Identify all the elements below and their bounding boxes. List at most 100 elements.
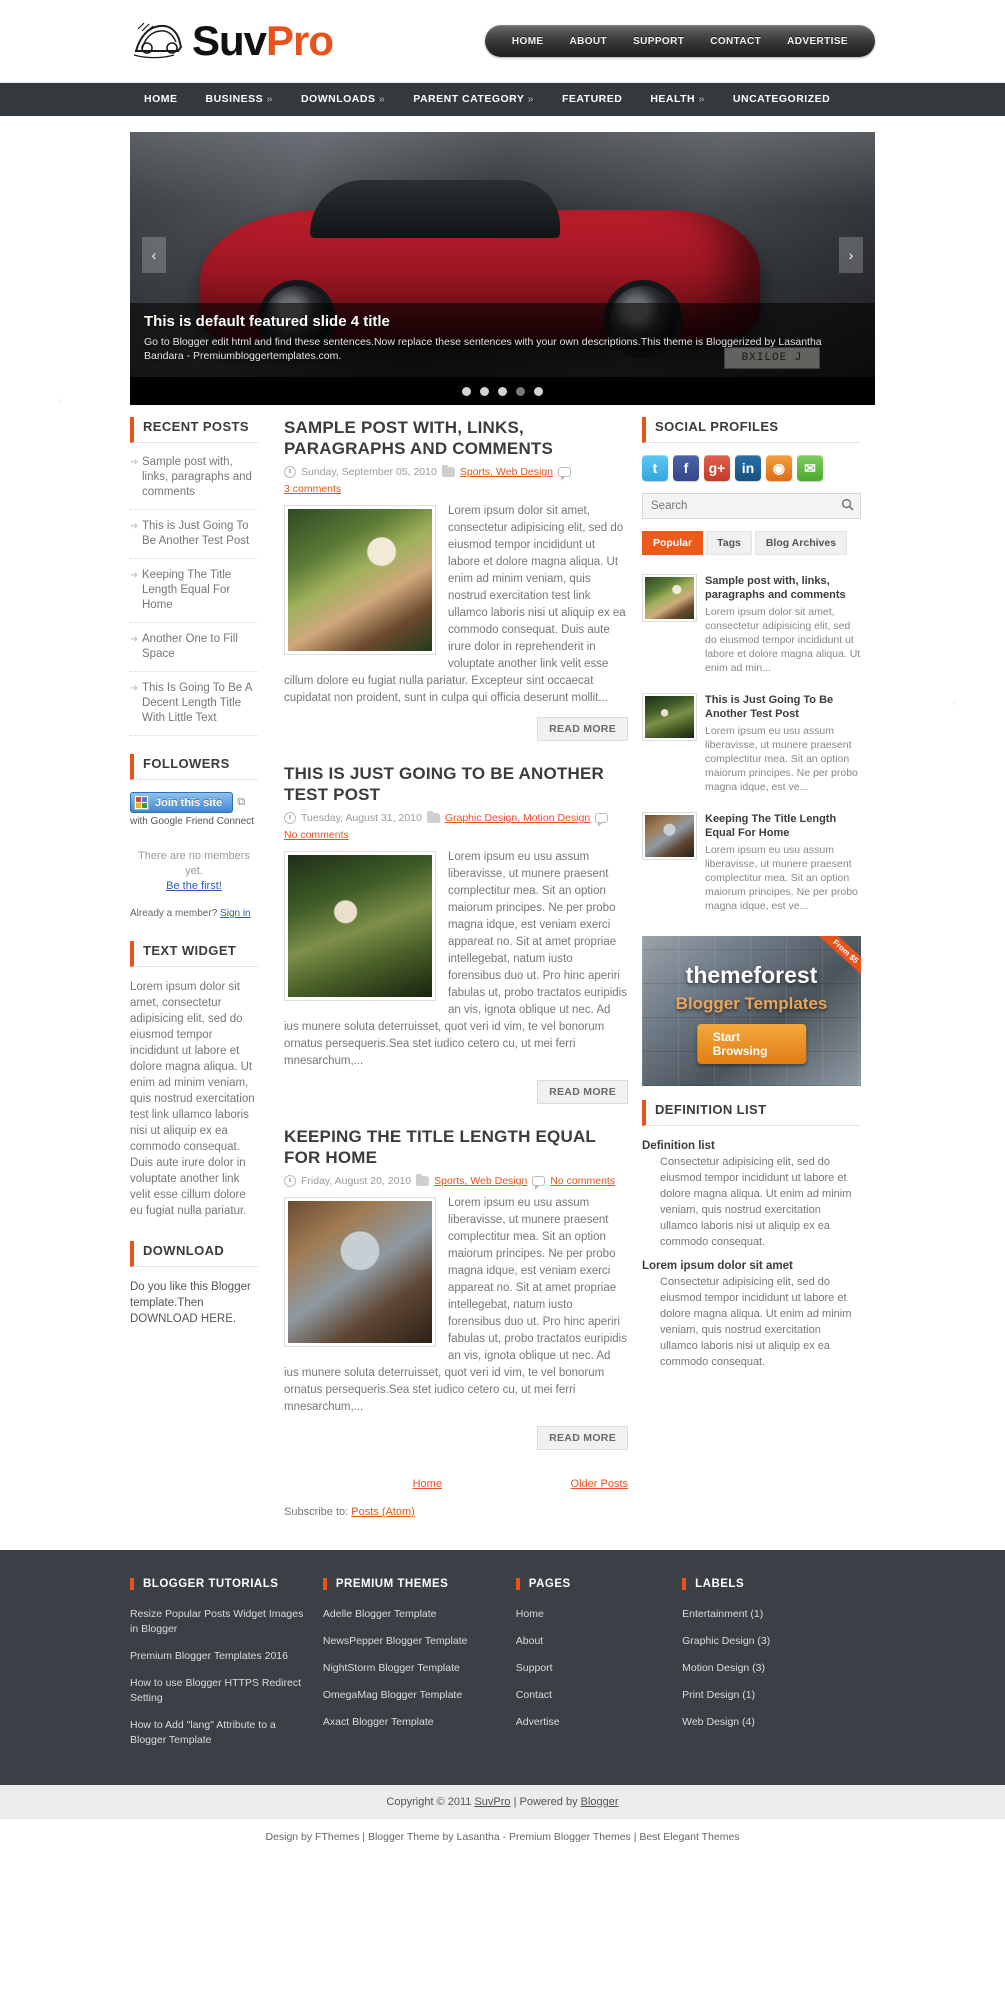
search-icon[interactable] — [834, 498, 860, 514]
topnav-item-contact[interactable]: CONTACT — [697, 36, 774, 47]
slider-dot-3[interactable] — [498, 386, 507, 396]
post-comments-link[interactable]: 3 comments — [284, 483, 341, 495]
tab-popular[interactable]: Popular — [642, 531, 704, 555]
post-comments-link[interactable]: No comments — [550, 1175, 615, 1187]
recent-post-link[interactable]: This Is Going To Be A Decent Length Titl… — [130, 681, 258, 726]
linkedin-icon[interactable]: in — [735, 455, 761, 481]
topnav-item-home[interactable]: HOME — [499, 36, 557, 47]
footer-link[interactable]: OmegaMag Blogger Template — [323, 1689, 462, 1701]
widget-title-definition-list: DEFINITION LIST — [642, 1100, 861, 1126]
footer-link[interactable]: Axact Blogger Template — [323, 1716, 434, 1728]
recent-post-link[interactable]: Keeping The Title Length Equal For Home — [130, 568, 258, 613]
be-the-first-link[interactable]: Be the first! — [166, 880, 222, 892]
post-thumbnail[interactable] — [284, 851, 436, 1001]
post-labels[interactable]: Sports, Web Design — [460, 466, 553, 478]
slider-dot-1[interactable] — [462, 386, 471, 396]
mainnav-item-business[interactable]: BUSINESS » — [192, 83, 287, 116]
read-more-button[interactable]: READ MORE — [537, 1426, 628, 1450]
post-title[interactable]: KEEPING THE TITLE LENGTH EQUAL FOR HOME — [284, 1126, 628, 1168]
footer-link[interactable]: NewsPepper Blogger Template — [323, 1635, 468, 1647]
post-date: Sunday, September 05, 2010 — [301, 466, 437, 478]
list-item: Graphic Design (3) — [682, 1633, 859, 1648]
post-comments-link[interactable]: No comments — [284, 829, 349, 841]
footer-link[interactable]: Graphic Design (3) — [682, 1635, 770, 1647]
signin-link[interactable]: Sign in — [220, 908, 251, 919]
footer-link[interactable]: Motion Design (3) — [682, 1662, 765, 1674]
read-more-button[interactable]: READ MORE — [537, 717, 628, 741]
recent-post-link[interactable]: Another One to Fill Space — [130, 632, 258, 662]
slider-dot-2[interactable] — [480, 386, 489, 396]
post-labels[interactable]: Graphic Design, Motion Design — [445, 812, 590, 824]
footer-link[interactable]: Home — [516, 1608, 544, 1620]
tab-tags[interactable]: Tags — [706, 531, 752, 555]
featured-slider: BXILOE J ‹ › This is default featured sl… — [130, 132, 875, 405]
subscribe-atom-link[interactable]: Posts (Atom) — [351, 1506, 415, 1518]
tab-blog-archives[interactable]: Blog Archives — [754, 531, 848, 555]
mainnav-item-home[interactable]: HOME — [130, 83, 192, 116]
mainnav-item-downloads[interactable]: DOWNLOADS » — [287, 83, 399, 116]
copyright-bar: Copyright © 2011 SuvPro | Powered by Blo… — [0, 1785, 1005, 1819]
slider-dot-4[interactable] — [516, 386, 525, 396]
mainnav-item-health[interactable]: HEALTH » — [636, 83, 719, 116]
search-box — [642, 493, 861, 519]
footer-link[interactable]: Adelle Blogger Template — [323, 1608, 437, 1620]
footer-link[interactable]: Entertainment (1) — [682, 1608, 763, 1620]
footer-link[interactable]: Contact — [516, 1689, 552, 1701]
copyright-site-link[interactable]: SuvPro — [474, 1796, 510, 1808]
site-logo[interactable]: SuvPro — [130, 17, 334, 65]
mainnav-item-featured[interactable]: FEATURED — [548, 83, 636, 116]
footer-link[interactable]: How to use Blogger HTTPS Redirect Settin… — [130, 1677, 301, 1704]
facebook-icon[interactable]: f — [673, 455, 699, 481]
followers-expand-icon[interactable]: ⧉ — [237, 796, 245, 809]
pager-older-posts-link[interactable]: Older Posts — [571, 1478, 628, 1490]
topnav-item-about[interactable]: ABOUT — [557, 36, 621, 47]
popular-post-item[interactable]: Keeping The Title Length Equal For Home … — [642, 803, 861, 922]
advertisement-banner[interactable]: From $5 themeforest Blogger Templates St… — [642, 936, 861, 1086]
footer-link[interactable]: How to Add "lang" Attribute to a Blogger… — [130, 1719, 276, 1746]
blogger-link[interactable]: Blogger — [581, 1796, 619, 1808]
post-thumbnail[interactable] — [284, 505, 436, 655]
text-widget-body: Lorem ipsum dolor sit amet, consectetur … — [130, 981, 255, 1217]
footer-link[interactable]: Advertise — [516, 1716, 560, 1728]
popular-post-body: Keeping The Title Length Equal For Home … — [705, 812, 861, 913]
main-content: SAMPLE POST WITH, LINKS, PARAGRAPHS AND … — [270, 417, 642, 1524]
post-thumbnail-image — [288, 509, 432, 651]
footer-link[interactable]: NightStorm Blogger Template — [323, 1662, 460, 1674]
suv-car-icon — [130, 17, 186, 65]
google-plus-icon[interactable]: g+ — [704, 455, 730, 481]
twitter-icon[interactable]: t — [642, 455, 668, 481]
post-thumbnail[interactable] — [284, 1197, 436, 1347]
recent-post-link[interactable]: This is Just Going To Be Another Test Po… — [130, 519, 258, 549]
mainnav-item-uncategorized[interactable]: UNCATEGORIZED — [719, 83, 844, 116]
footer-link[interactable]: Support — [516, 1662, 553, 1674]
recent-post-link[interactable]: Sample post with, links, paragraphs and … — [130, 455, 258, 500]
footer-link[interactable]: About — [516, 1635, 543, 1647]
rss-icon[interactable]: ◉ — [766, 455, 792, 481]
slider-next-arrow[interactable]: › — [839, 236, 863, 273]
post-title[interactable]: SAMPLE POST WITH, LINKS, PARAGRAPHS AND … — [284, 417, 628, 459]
slider-dot-5[interactable] — [534, 386, 543, 396]
start-browsing-button[interactable]: Start Browsing — [696, 1024, 807, 1064]
footer-link[interactable]: Premium Blogger Templates 2016 — [130, 1650, 288, 1662]
search-input[interactable] — [643, 500, 834, 512]
chevron-right-icon: » — [266, 93, 273, 105]
content-columns: RECENT POSTS Sample post with, links, pa… — [130, 417, 875, 1524]
slider-prev-arrow[interactable]: ‹ — [142, 236, 166, 273]
topnav-item-support[interactable]: SUPPORT — [620, 36, 697, 47]
mainnav-label: FEATURED — [561, 93, 623, 105]
list-item: Sample post with, links, paragraphs and … — [130, 455, 258, 510]
join-this-site-button[interactable]: Join this site — [130, 792, 234, 813]
topnav-item-advertise[interactable]: ADVERTISE — [774, 36, 861, 47]
post-title[interactable]: THIS IS JUST GOING TO BE ANOTHER TEST PO… — [284, 763, 628, 805]
pager-home-link[interactable]: Home — [413, 1478, 442, 1490]
footer-link[interactable]: Resize Popular Posts Widget Images in Bl… — [130, 1608, 303, 1635]
email-icon[interactable]: ✉ — [797, 455, 823, 481]
mainnav-item-parent-category[interactable]: PARENT CATEGORY » — [399, 83, 548, 116]
footer-link[interactable]: Web Design (4) — [682, 1716, 755, 1728]
mainnav-label: PARENT CATEGORY — [413, 93, 525, 105]
read-more-button[interactable]: READ MORE — [537, 1080, 628, 1104]
footer-link[interactable]: Print Design (1) — [682, 1689, 755, 1701]
popular-post-item[interactable]: Sample post with, links, paragraphs and … — [642, 565, 861, 684]
popular-post-item[interactable]: This is Just Going To Be Another Test Po… — [642, 684, 861, 803]
post-labels[interactable]: Sports, Web Design — [434, 1175, 527, 1187]
